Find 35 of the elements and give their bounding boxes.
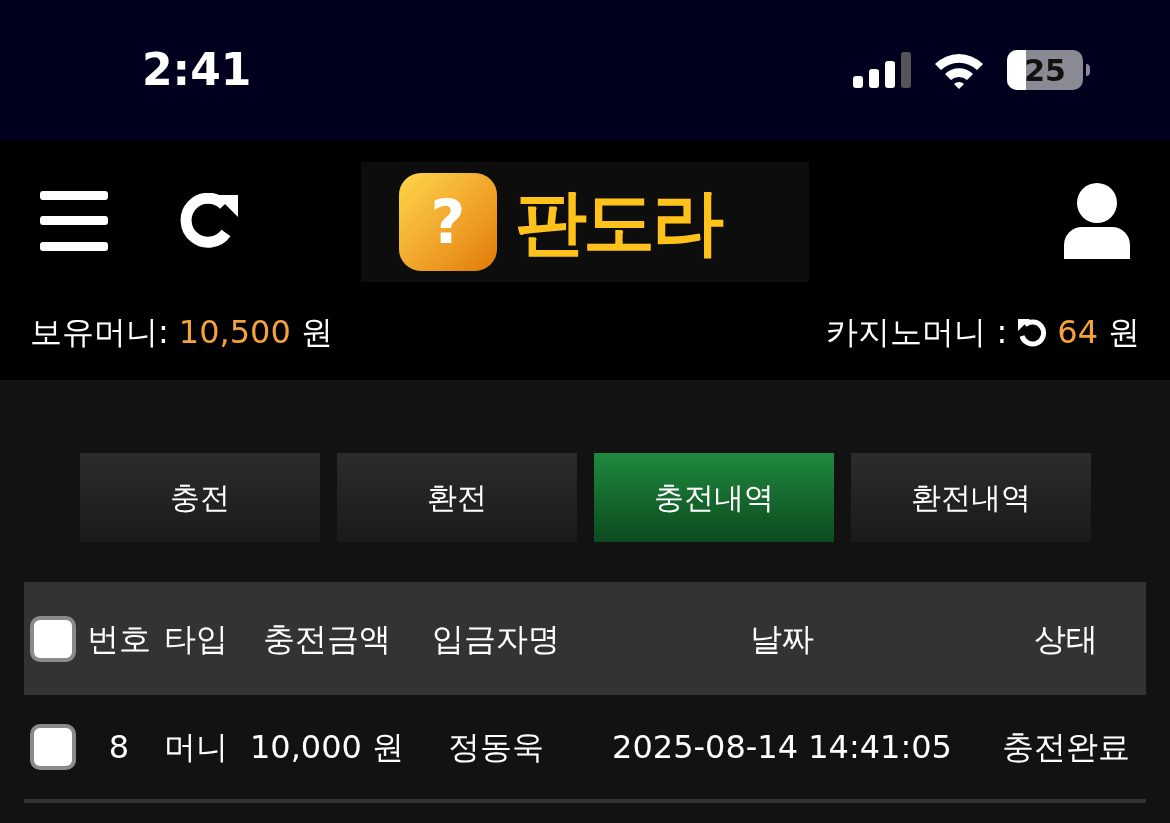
casino-label: 카지노머니 : [826, 312, 1008, 353]
column-header: 날짜 [749, 618, 815, 660]
user-icon[interactable] [1064, 183, 1130, 259]
tab[interactable]: 충전내역 [594, 453, 834, 542]
logo-cube: ? [399, 173, 497, 271]
table-cell-text: 8 [107, 727, 131, 768]
column-header: 충전금액 [262, 618, 392, 660]
logo-text: 판도라 [515, 179, 721, 266]
table-cell-text: 충전완료 [1001, 727, 1131, 768]
casino-amount: 64 [1057, 312, 1098, 353]
column-header: 타입 [163, 618, 229, 660]
column-header: 번호 [86, 618, 152, 660]
tab[interactable]: 환전 [337, 453, 577, 542]
casino-unit: 원 [1108, 312, 1140, 353]
table-cell-text: 정동욱 [447, 727, 545, 768]
table-cell-text: 2025-08-14 14:41:05 [611, 727, 953, 768]
logo-banner[interactable]: ? 판도라 [361, 162, 809, 282]
table-cell-text: 10,000 원 [248, 727, 406, 768]
checkbox[interactable] [30, 724, 76, 770]
battery-level: 25 [1024, 51, 1066, 90]
status-time: 2:41 [142, 43, 252, 97]
menu-icon[interactable] [40, 191, 108, 251]
wifi-icon [933, 51, 985, 89]
tab[interactable]: 충전 [80, 453, 320, 542]
balance-unit: 원 [300, 312, 333, 353]
balance-amount: 10,500 [178, 312, 291, 353]
checkbox[interactable] [30, 615, 76, 662]
refresh-icon[interactable] [180, 193, 240, 249]
table-cell-text: 머니 [163, 727, 229, 768]
tab[interactable]: 환전내역 [851, 453, 1091, 542]
column-header: 입금자명 [431, 618, 561, 660]
refresh-icon[interactable] [1017, 317, 1048, 347]
column-header: 상태 [1033, 618, 1099, 660]
balance-label: 보유머니: [30, 312, 169, 353]
signal-icon [853, 52, 911, 88]
